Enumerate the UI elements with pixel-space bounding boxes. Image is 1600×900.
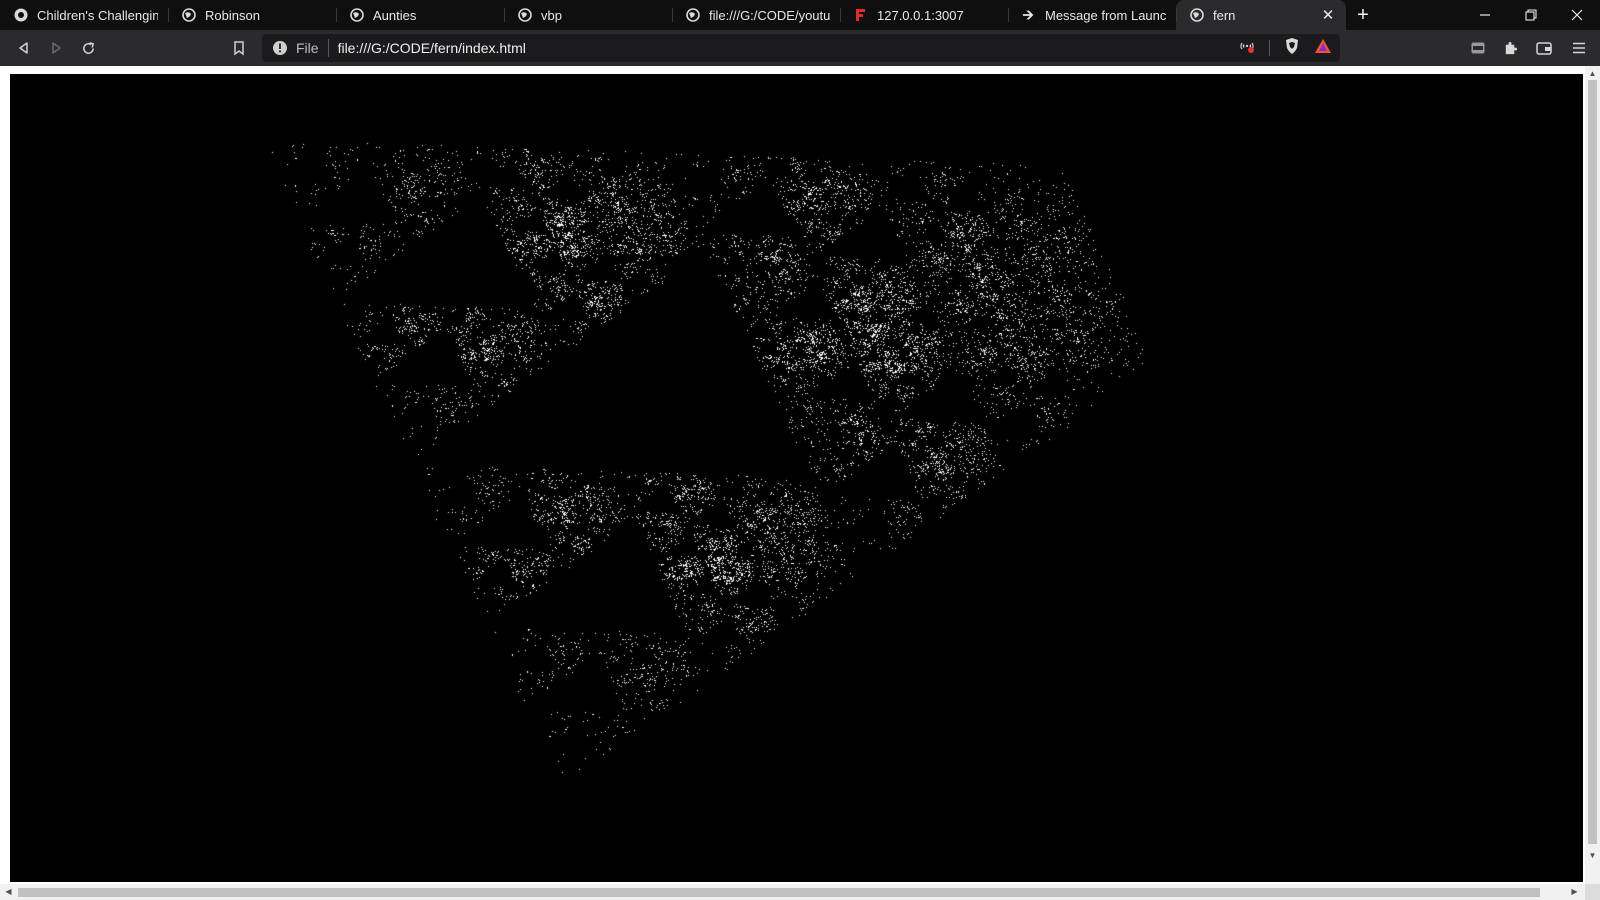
globe-icon <box>1190 8 1204 22</box>
tab-launchdarkly-message[interactable]: Message from LaunchDar <box>1008 0 1176 30</box>
cast-icon[interactable] <box>1239 38 1255 59</box>
page-content: ▲ ▼ ◀ ▶ <box>0 66 1600 900</box>
brave-shields-icon[interactable] <box>1284 37 1300 60</box>
extensions-icon[interactable] <box>1496 34 1524 62</box>
tab-robinson[interactable]: Robinson <box>168 0 336 30</box>
globe-icon <box>14 8 28 22</box>
scroll-down-icon[interactable]: ▼ <box>1588 851 1597 860</box>
globe-icon <box>518 8 532 22</box>
scrollbar-corner <box>1585 884 1600 900</box>
globe-icon <box>686 8 700 22</box>
tab-title: Aunties <box>373 7 417 23</box>
brave-rewards-icon[interactable] <box>1314 38 1332 59</box>
tab-title: file:///G:/CODE/youtubeg <box>709 7 830 23</box>
horizontal-scroll-thumb[interactable] <box>18 888 1540 897</box>
new-tab-button[interactable]: + <box>1346 0 1380 30</box>
restore-icon[interactable] <box>1508 0 1554 30</box>
minimize-icon[interactable] <box>1462 0 1508 30</box>
fractal-canvas <box>10 74 1583 882</box>
horizontal-scrollbar[interactable]: ◀ ▶ <box>0 884 1585 900</box>
scroll-left-icon[interactable]: ◀ <box>4 887 13 897</box>
divider <box>1269 40 1270 56</box>
globe-icon <box>350 8 364 22</box>
browser-toolbar: File file:///G:/CODE/fern/index.html <box>0 30 1600 66</box>
close-tab-icon[interactable]: ✕ <box>1320 7 1336 24</box>
tab-aunties[interactable]: Aunties <box>336 0 504 30</box>
sidebar-icon[interactable] <box>1464 34 1492 62</box>
back-icon[interactable] <box>10 34 38 62</box>
tab-childrens-challenging[interactable]: Children's Challenging Be <box>0 0 168 30</box>
arrow-icon <box>1022 8 1036 22</box>
reload-icon[interactable] <box>74 34 102 62</box>
tab-fern[interactable]: fern ✕ <box>1176 0 1346 30</box>
scroll-right-icon[interactable]: ▶ <box>1570 887 1579 897</box>
globe-icon <box>182 8 196 22</box>
vertical-scroll-thumb[interactable] <box>1588 80 1597 844</box>
tab-title: vbp <box>541 7 562 23</box>
tab-vbp[interactable]: vbp <box>504 0 672 30</box>
info-icon[interactable] <box>272 40 288 56</box>
address-bar-actions <box>1239 34 1332 62</box>
tab-localhost-3007[interactable]: 127.0.0.1:3007 <box>840 0 1008 30</box>
scheme-label: File <box>296 40 319 56</box>
tab-title: Children's Challenging Be <box>37 7 158 23</box>
tab-strip: Children's Challenging Be Robinson Aunti… <box>0 0 1600 30</box>
divider <box>327 39 329 57</box>
wallet-icon[interactable] <box>1530 34 1558 62</box>
close-window-icon[interactable] <box>1554 0 1600 30</box>
vertical-scrollbar[interactable]: ▲ ▼ <box>1585 66 1600 884</box>
forward-icon[interactable] <box>42 34 70 62</box>
menu-icon[interactable] <box>1565 34 1593 62</box>
bookmark-icon[interactable] <box>225 34 253 62</box>
tab-title: Message from LaunchDar <box>1045 7 1166 23</box>
red-f-icon <box>854 8 868 22</box>
address-bar[interactable]: File file:///G:/CODE/fern/index.html <box>262 34 1340 62</box>
tab-title: fern <box>1213 7 1236 23</box>
scroll-up-icon[interactable]: ▲ <box>1588 69 1597 78</box>
tab-title: 127.0.0.1:3007 <box>877 7 964 23</box>
tab-youtubeg[interactable]: file:///G:/CODE/youtubeg <box>672 0 840 30</box>
tab-title: Robinson <box>205 7 260 23</box>
url-text[interactable]: file:///G:/CODE/fern/index.html <box>338 40 526 56</box>
